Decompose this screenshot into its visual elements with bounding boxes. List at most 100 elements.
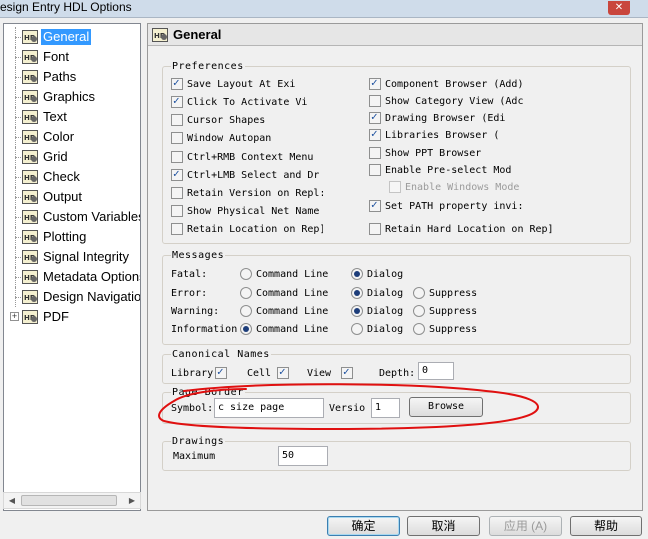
symbol-input[interactable]: c size page <box>214 398 324 418</box>
checkbox-show-physical-net-name[interactable]: Show Physical Net Name <box>171 204 323 219</box>
radio-dot[interactable] <box>351 268 363 280</box>
radio-dot[interactable] <box>351 323 363 335</box>
close-icon[interactable]: ✕ <box>608 1 630 15</box>
radio-label: Dialog <box>367 288 404 299</box>
checkbox-label: Retain Location on Rep] <box>187 224 323 235</box>
tree-item-pdf[interactable]: + HD PDF <box>4 307 140 327</box>
checkbox-box[interactable] <box>369 223 381 235</box>
checkbox-box[interactable] <box>369 199 381 212</box>
checkbox-retain-version-on-repl[interactable]: Retain Version on Repl: <box>171 186 323 201</box>
checkbox-component-browser-add[interactable]: Component Browser (Add) <box>369 77 557 92</box>
tree-item-signal-integrity[interactable]: HD Signal Integrity <box>4 247 140 267</box>
checkbox-box[interactable] <box>369 77 381 90</box>
checkbox-show-category-view-adc[interactable]: Show Category View (Adc <box>369 94 557 109</box>
checkbox-box[interactable] <box>171 223 183 235</box>
checkbox-save-layout-at-exi[interactable]: Save Layout At Exi <box>171 77 323 92</box>
tree-horizontal-scrollbar[interactable]: ◀ ▶ <box>3 492 141 509</box>
version-input[interactable]: 1 <box>371 398 400 418</box>
checkbox-set-path-property-invi[interactable]: Set PATH property invi: <box>369 199 557 214</box>
checkbox-box[interactable] <box>369 128 381 141</box>
radio-dot[interactable] <box>240 268 252 280</box>
radio-dot[interactable] <box>413 287 425 299</box>
radio-dot[interactable] <box>240 323 252 335</box>
tree-item-plotting[interactable]: HD Plotting <box>4 227 140 247</box>
radio-dot[interactable] <box>240 305 252 317</box>
scrollbar-thumb[interactable] <box>21 495 117 506</box>
checkbox-box <box>389 181 401 193</box>
tree-item-grid[interactable]: HD Grid <box>4 147 140 167</box>
checkbox-drawing-browser-edi[interactable]: Drawing Browser (Edi <box>369 111 557 126</box>
cell-checkbox[interactable] <box>277 366 291 381</box>
checkbox-box[interactable] <box>171 205 183 217</box>
checkbox-window-autopan[interactable]: Window Autopan <box>171 131 323 146</box>
checkbox-box[interactable] <box>369 111 381 124</box>
hdl-settings-icon: HD <box>22 170 38 184</box>
canonical-names-title: Canonical Names <box>171 349 271 360</box>
radio-error-command-line[interactable]: Command Line <box>240 286 330 301</box>
tree-item-graphics[interactable]: HD Graphics <box>4 87 140 107</box>
tree-item-custom-variables[interactable]: HD Custom Variables <box>4 207 140 227</box>
radio-error-suppress[interactable]: Suppress <box>413 286 503 301</box>
tree-item-output[interactable]: HD Output <box>4 187 140 207</box>
radio-dot[interactable] <box>240 287 252 299</box>
checkbox-enable-pre-select-mod[interactable]: Enable Pre-select Mod <box>369 163 557 178</box>
checkbox-ctrl-lmb-select-and-dr[interactable]: Ctrl+LMB Select and Dr <box>171 168 323 183</box>
depth-input[interactable]: 0 <box>418 362 454 380</box>
tree-item-color[interactable]: HD Color <box>4 127 140 147</box>
radio-fatal-dialog[interactable]: Dialog <box>351 267 441 282</box>
checkbox-box[interactable] <box>171 168 183 181</box>
checkbox-box[interactable] <box>171 151 183 163</box>
page-border-group: Page Border Symbol: c size page Versio 1… <box>162 387 631 424</box>
tree-item-general[interactable]: HD General <box>4 27 140 47</box>
checkbox-show-ppt-browser[interactable]: Show PPT Browser <box>369 146 557 161</box>
checkbox-click-to-activate-vi[interactable]: Click To Activate Vi <box>171 95 323 110</box>
hdl-settings-icon: HD <box>22 310 38 324</box>
view-checkbox[interactable] <box>341 366 355 381</box>
tree-item-paths[interactable]: HD Paths <box>4 67 140 87</box>
ok-button[interactable]: 确定 <box>327 516 400 536</box>
checkbox-box[interactable] <box>171 95 183 108</box>
checkbox-label: Drawing Browser (Edi <box>385 113 506 124</box>
scroll-left-arrow-icon[interactable]: ◀ <box>4 493 20 508</box>
radio-fatal-command-line[interactable]: Command Line <box>240 267 330 282</box>
radio-warning-command-line[interactable]: Command Line <box>240 304 330 319</box>
scroll-right-arrow-icon[interactable]: ▶ <box>124 493 140 508</box>
tree-item-font[interactable]: HD Font <box>4 47 140 67</box>
radio-warning-suppress[interactable]: Suppress <box>413 304 503 319</box>
browse-button[interactable]: Browse <box>409 397 483 417</box>
tree-item-text[interactable]: HD Text <box>4 107 140 127</box>
radio-label: Suppress <box>429 288 478 299</box>
radio-dot[interactable] <box>351 305 363 317</box>
checkbox-cursor-shapes[interactable]: Cursor Shapes <box>171 113 323 128</box>
checkbox-box[interactable] <box>171 114 183 126</box>
cell-label: Cell <box>247 368 272 379</box>
tree-item-label: Metadata Options <box>43 269 141 284</box>
radio-information-command-line[interactable]: Command Line <box>240 322 330 337</box>
library-checkbox[interactable] <box>215 366 229 381</box>
radio-information-suppress[interactable]: Suppress <box>413 322 503 337</box>
checkbox-libraries-browser[interactable]: Libraries Browser ( <box>369 128 557 143</box>
checkbox-box[interactable] <box>171 77 183 90</box>
checkbox-ctrl-rmb-context-menu[interactable]: Ctrl+RMB Context Menu <box>171 150 323 165</box>
maximum-input[interactable]: 50 <box>278 446 328 466</box>
radio-dot[interactable] <box>413 323 425 335</box>
cancel-button[interactable]: 取消 <box>407 516 480 536</box>
checkbox-box[interactable] <box>171 187 183 199</box>
radio-dot[interactable] <box>413 305 425 317</box>
checkbox-retain-location-on-rep[interactable]: Retain Location on Rep] <box>171 222 323 237</box>
tree-item-metadata-options[interactable]: HD Metadata Options <box>4 267 141 287</box>
checkbox-box[interactable] <box>369 95 381 107</box>
help-button[interactable]: 帮助 <box>570 516 642 536</box>
radio-label: Command Line <box>256 288 329 299</box>
apply-button[interactable]: 应用 (A) <box>489 516 562 536</box>
checkbox-box[interactable] <box>171 132 183 144</box>
settings-panel: HD General Preferences Save Layout At Ex… <box>147 23 643 511</box>
checkbox-box[interactable] <box>369 164 381 176</box>
radio-dot[interactable] <box>351 287 363 299</box>
tree-item-design-navigation[interactable]: HD Design Navigation <box>4 287 140 307</box>
expand-icon[interactable]: + <box>10 312 19 321</box>
tree-item-check[interactable]: HD Check <box>4 167 140 187</box>
checkbox-retain-hard-location-on-rep[interactable]: Retain Hard Location on Rep] <box>369 222 557 237</box>
tree-item-label: Signal Integrity <box>43 249 129 264</box>
checkbox-box[interactable] <box>369 147 381 159</box>
